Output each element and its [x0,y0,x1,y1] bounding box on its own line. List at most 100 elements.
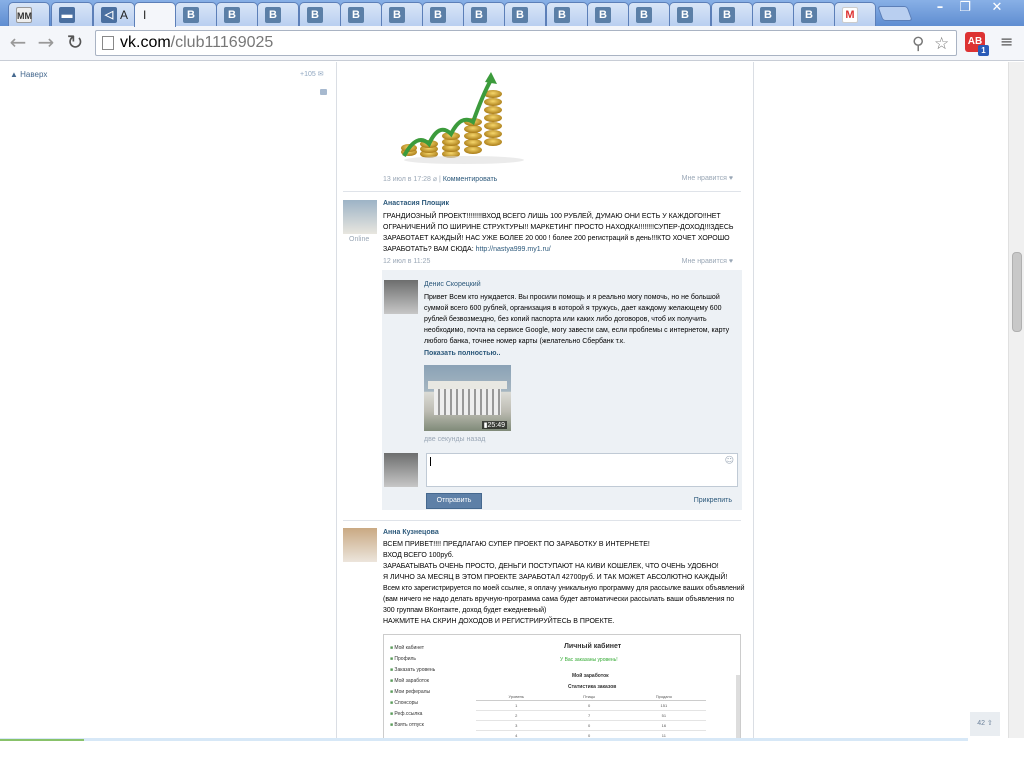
menu-icon[interactable]: ≡ [1000,34,1016,50]
reply-form: ☺ Отправить Прикрепить [382,453,742,511]
vk-icon: B [677,7,693,23]
tab-title: I [143,8,147,22]
cabinet-menu-item: ■ Заказать уровень [390,667,436,673]
restore-button[interactable]: ❐ [953,0,977,18]
browser-tab[interactable]: B [422,2,464,26]
new-posts-counter[interactable]: +105 ✉ [300,70,324,78]
address-bar[interactable]: vk.com/club11169025 ⚲ ☆ [95,30,957,56]
post2-text: ГРАНДИОЗНЫЙ ПРОЕКТ!!!!!!!!ВХОД ВСЕГО ЛИШ… [383,213,734,253]
adblock-extension-icon[interactable]: AB 1 [965,32,989,56]
browser-tab[interactable]: B [504,2,546,26]
vk-icon: B [307,7,323,23]
avatar-anna[interactable] [343,528,377,562]
vk-icon: B [595,7,611,23]
tab-strip: MM ▬ ◁ A I B B B B B B B B B B B B B B B B M – ❐ ✕ [0,0,1024,27]
post2-link[interactable]: http://nastya999.my1.ru/ [476,246,551,253]
browser-tab[interactable]: B [299,2,341,26]
table-row: 1 0 151 [476,700,706,711]
reply-text: Привет Всем кто нуждается. Вы просили по… [424,294,730,345]
table-row: 2 7 51 [476,710,706,721]
comment-input[interactable]: ☺ [426,453,738,487]
mm-icon: MM [16,7,32,23]
table-cell: 16 [621,720,706,731]
post3-text: ВСЕМ ПРИВЕТ!!!! ПРЕДЛАГАЮ СУПЕР ПРОЕКТ П… [383,541,745,625]
cabinet-menu-item: ■ Спонсоры [390,700,418,706]
browser-tab[interactable]: B [628,2,670,26]
video-duration: ▮25:49 [481,421,507,429]
browser-tab[interactable]: B [669,2,711,26]
message-icon[interactable] [320,89,327,95]
audio-icon: ◁ [101,7,117,23]
to-top-link[interactable]: ▲ Наверх [10,70,47,79]
table-cell: 1 [476,700,557,711]
post2-author[interactable]: Анастасия Площик [383,200,449,207]
show-more-link[interactable]: Показать полностью.. [424,350,500,357]
avatar-denis[interactable] [384,280,418,314]
comment-link[interactable]: Комментировать [443,176,498,183]
text-cursor [430,457,431,466]
vk-icon: B [389,7,405,23]
back-button[interactable]: ← [6,31,30,55]
cabinet-earnings: Мой заработок [572,673,609,679]
cabinet-subtitle: У Вас заказаны уровень! [560,657,618,663]
browser-tab[interactable]: I [134,2,176,27]
scroll-counter-badge[interactable]: 42 ⇧ [970,712,1000,736]
browser-tab[interactable]: B [752,2,794,26]
browser-tab[interactable]: B [546,2,588,26]
browser-tab[interactable]: B [711,2,753,26]
post2-like-button[interactable]: Мне нравится ♥ [682,258,733,265]
earnings-screenshot-image[interactable]: ■ Мой кабинет ■ Профиль ■ Заказать уровень… [383,634,741,740]
cabinet-stats: Статистика заказов [568,684,617,690]
avatar-anastasia[interactable] [343,200,377,234]
browser-tab[interactable]: B [381,2,423,26]
cabinet-menu-item: ■ Мои рефералы [390,689,431,695]
chat-icon: ▬ [59,7,75,23]
post1-like-button[interactable]: Мне нравится ♥ [682,175,733,182]
post2-date[interactable]: 12 июл в 11:25 [383,258,430,265]
cabinet-menu: ■ Мой кабинет ■ Профиль ■ Заказать уровень… [390,643,450,731]
vk-icon: B [471,7,487,23]
attach-link[interactable]: Прикрепить [694,497,732,504]
table-cell: 7 [556,710,622,721]
reply-time: две секунды назад [424,436,486,443]
forward-button[interactable]: → [34,31,58,55]
reply-author[interactable]: Денис Скорецкий [424,281,481,288]
reload-button[interactable]: ↻ [63,31,87,55]
browser-tab[interactable]: B [587,2,629,26]
cabinet-table: Уровень Птицы Продано 1 0 151 2 7 51 3 0 16 4 0 11 [476,693,706,739]
coins-growth-image[interactable] [399,70,529,165]
video-thumbnail[interactable]: ▮25:49 [424,365,511,431]
browser-tab[interactable]: B [216,2,258,26]
page-scrollbar[interactable] [1008,62,1024,740]
browser-tab[interactable]: M [834,2,876,26]
table-row: 3 0 16 [476,720,706,731]
browser-tab[interactable]: B [175,2,217,26]
bookmark-star-icon[interactable]: ☆ [934,34,949,54]
browser-toolbar: ← → ↻ vk.com/club11169025 ⚲ ☆ AB 1 ≡ [0,26,1024,61]
vk-icon: B [801,7,817,23]
post3-author[interactable]: Анна Кузнецова [383,529,439,536]
page-viewport: ▲ Наверх +105 ✉ 13 июл в 17:28 ⌀ | Комме… [0,62,1008,740]
new-tab-button[interactable] [877,6,913,21]
send-button[interactable]: Отправить [426,493,482,509]
loading-bar [0,738,968,741]
zoom-icon[interactable]: ⚲ [912,34,924,54]
table-cell: 151 [621,700,706,711]
vk-icon: B [183,7,199,23]
browser-tab[interactable]: B [257,2,299,26]
browser-tab[interactable]: ▬ [51,2,93,26]
minimize-button[interactable]: – [928,0,952,18]
online-status: Online [349,236,370,243]
cabinet-menu-item: ■ Взять отпуск [390,722,424,728]
smiley-icon[interactable]: ☺ [725,456,734,466]
table-cell: 0 [556,720,622,731]
browser-tab[interactable]: ◁ A [93,2,135,26]
browser-tab[interactable]: MM [8,2,50,26]
browser-tab[interactable]: B [463,2,505,26]
scrollbar-thumb[interactable] [1012,252,1022,332]
status-area [0,738,1024,761]
browser-tab[interactable]: B [340,2,382,26]
table-header: Птицы [556,693,622,701]
browser-tab[interactable]: B [793,2,835,26]
close-window-button[interactable]: ✕ [978,0,1016,18]
